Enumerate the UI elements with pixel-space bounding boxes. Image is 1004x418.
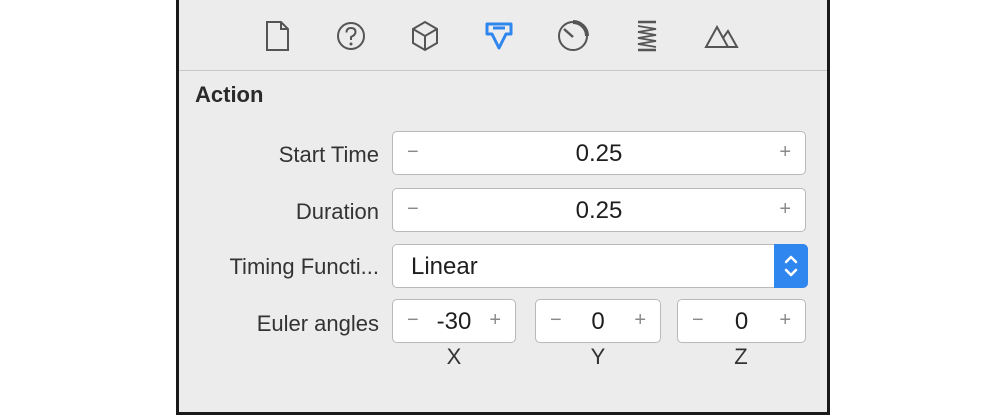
start-time-label: Start Time	[278, 142, 379, 167]
euler-angles-label: Euler angles	[256, 311, 379, 336]
inspector-panel: Action Start Time − 0.25 + Duration − 0.…	[176, 0, 830, 415]
start-time-increment-button[interactable]: +	[779, 140, 791, 164]
start-time-value[interactable]: 0.25	[393, 140, 805, 168]
mountain-icon[interactable]	[701, 16, 741, 56]
duration-increment-button[interactable]: +	[779, 197, 791, 221]
duration-stepper[interactable]: − 0.25 +	[392, 188, 806, 232]
euler-z-axis-label: Z	[734, 344, 748, 369]
euler-z-increment-button[interactable]: +	[779, 308, 791, 332]
duration-label: Duration	[295, 199, 379, 224]
help-icon[interactable]	[331, 16, 371, 56]
euler-y-increment-button[interactable]: +	[634, 308, 646, 332]
section-title: Action	[195, 82, 264, 107]
euler-z-stepper[interactable]: − 0 +	[677, 299, 806, 343]
action-icon[interactable]	[479, 16, 519, 56]
euler-x-increment-button[interactable]: +	[489, 308, 501, 332]
file-icon[interactable]	[257, 16, 297, 56]
start-time-stepper[interactable]: − 0.25 +	[392, 131, 806, 175]
timing-function-value: Linear	[411, 253, 478, 280]
timing-function-label: Timing Functi...	[229, 254, 379, 279]
euler-x-axis-label: X	[446, 344, 462, 369]
cube-icon[interactable]	[405, 16, 445, 56]
duration-value[interactable]: 0.25	[393, 197, 805, 225]
inspector-toolbar	[179, 0, 827, 71]
euler-y-stepper[interactable]: − 0 +	[535, 299, 661, 343]
spring-icon[interactable]	[627, 16, 667, 56]
dial-icon[interactable]	[553, 16, 593, 56]
euler-y-axis-label: Y	[590, 344, 606, 369]
chevron-updown-icon[interactable]	[774, 244, 808, 288]
euler-x-stepper[interactable]: − -30 +	[392, 299, 516, 343]
timing-function-select[interactable]: Linear	[392, 244, 808, 288]
